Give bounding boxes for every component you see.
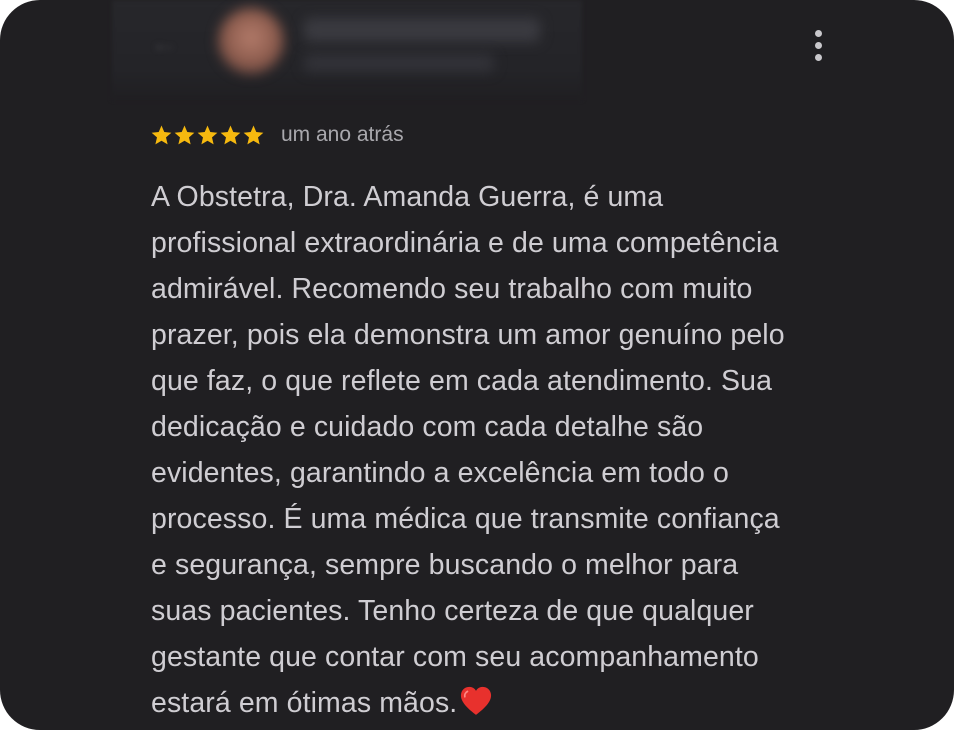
heart-emoji [461, 686, 492, 715]
star-icon [174, 125, 195, 144]
reviewer-name-blurred [304, 18, 540, 42]
review-body: A Obstetra, Dra. Amanda Guerra, é uma pr… [151, 181, 785, 719]
review-text: A Obstetra, Dra. Amanda Guerra, é uma pr… [151, 174, 861, 726]
menu-dot [815, 54, 822, 61]
reviewer-avatar [218, 8, 284, 74]
star-icon [243, 125, 264, 144]
reviewer-subtitle-blurred [304, 54, 494, 72]
menu-dot [815, 42, 822, 49]
blurred-reviewer-header [112, 0, 582, 100]
review-card: ← um ano atrás A Obstetra, Dra. Amanda G… [0, 0, 954, 730]
star-icon [220, 125, 241, 144]
rating-row: um ano atrás [150, 120, 404, 150]
star-icon [151, 125, 172, 144]
back-arrow-icon[interactable]: ← [150, 28, 180, 58]
star-icon [197, 125, 218, 144]
more-vertical-icon[interactable] [806, 26, 830, 66]
review-time: um ano atrás [281, 123, 404, 146]
star-rating [150, 124, 265, 147]
menu-dot [815, 30, 822, 37]
